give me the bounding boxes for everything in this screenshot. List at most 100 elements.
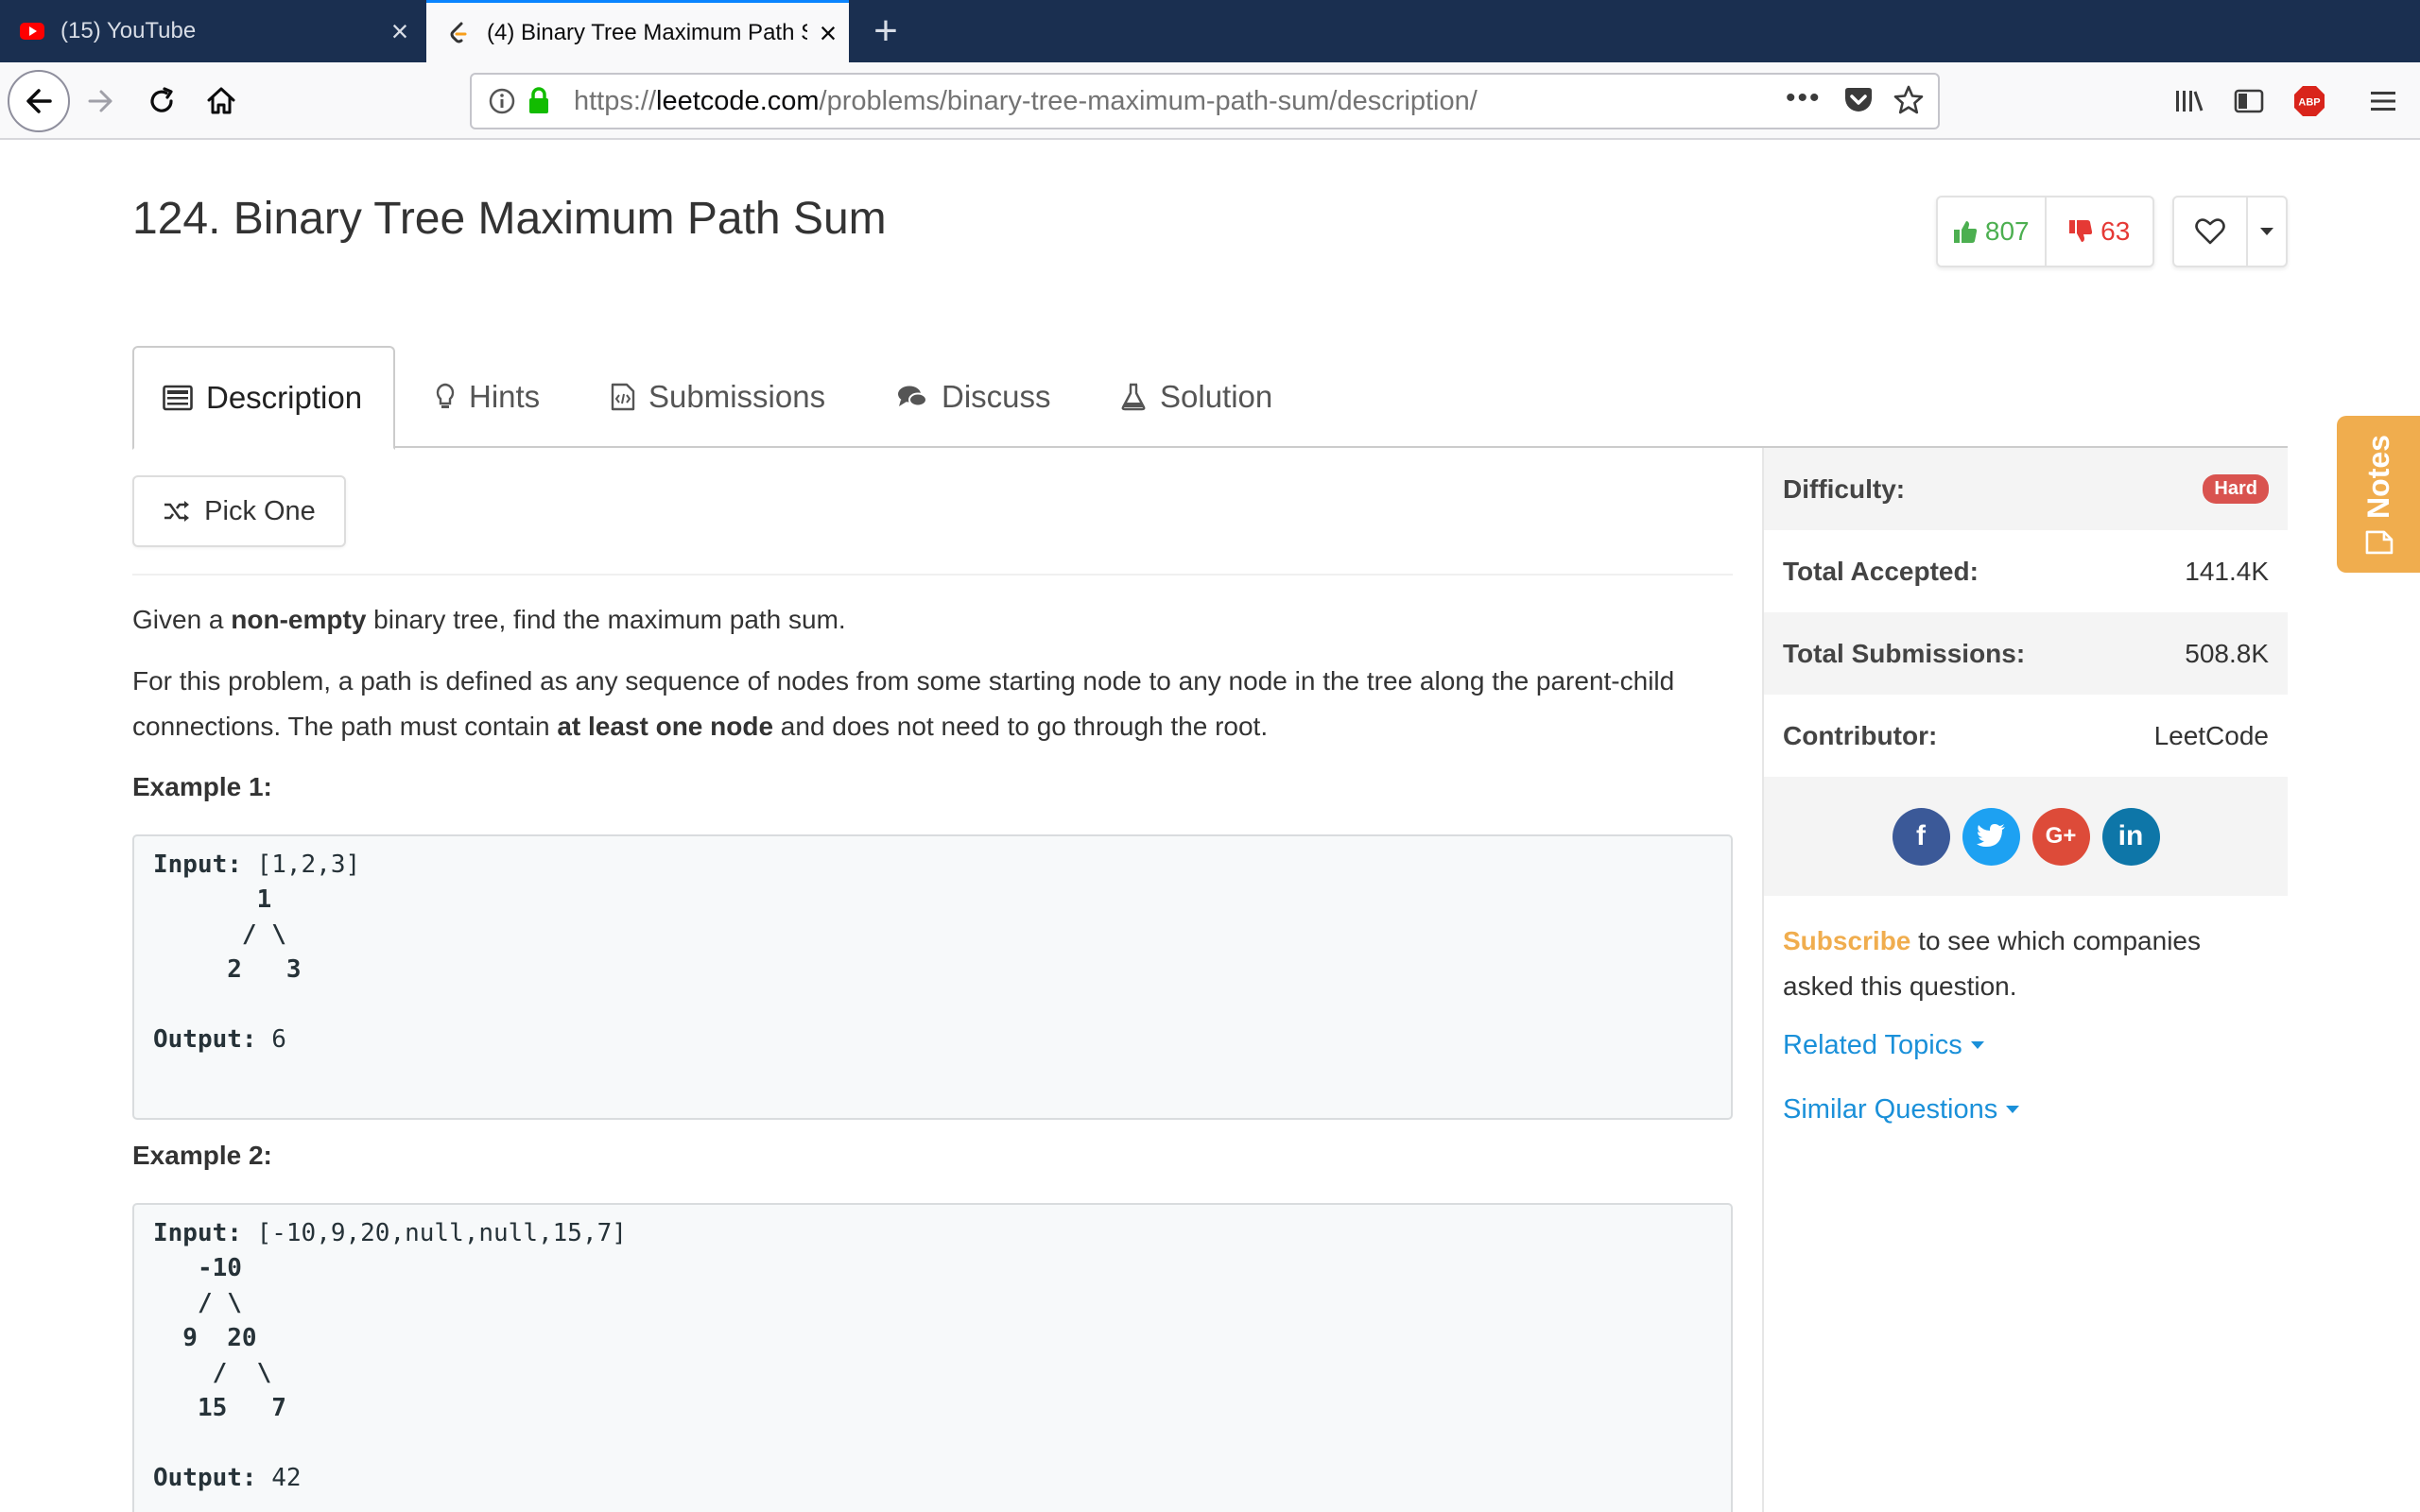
comments-icon — [898, 386, 927, 407]
problem-side-panel: Difficulty: Hard Total Accepted: 141.4K … — [1762, 448, 2288, 1512]
submissions-row: Total Submissions: 508.8K — [1764, 612, 2288, 695]
facebook-icon[interactable]: f — [1892, 807, 1950, 866]
url-path: /problems/binary-tree-maximum-path-sum/d… — [819, 86, 1478, 116]
like-button[interactable]: 807 — [1938, 198, 2047, 266]
example-2-code: Input: [-10,9,20,null,null,15,7] -10 / \… — [132, 1203, 1733, 1512]
pick-one-label: Pick One — [204, 495, 316, 526]
vote-group: 807 63 — [1936, 196, 2154, 267]
document-icon — [163, 385, 193, 411]
reload-icon — [150, 87, 173, 112]
submissions-value: 508.8K — [2185, 638, 2269, 668]
difficulty-label: Difficulty: — [1783, 473, 1906, 504]
thumbs-up-icon — [1953, 221, 1977, 243]
contributor-label: Contributor: — [1783, 720, 1938, 750]
pocket-icon[interactable] — [1842, 86, 1875, 121]
description-paragraph-1: Given a non-empty binary tree, find the … — [132, 605, 846, 634]
contributor-row: Contributor: LeetCode — [1764, 695, 2288, 777]
close-tab-icon[interactable]: × — [807, 18, 849, 48]
subscribe-link[interactable]: Subscribe — [1783, 926, 1910, 955]
page-actions-icon[interactable]: ••• — [1786, 75, 1822, 128]
tab-title: (15) YouTube — [60, 18, 197, 43]
library-icon[interactable] — [2168, 79, 2211, 123]
note-icon — [2364, 530, 2393, 554]
forward-arrow-icon — [88, 90, 112, 112]
leetcode-icon — [445, 22, 472, 43]
flask-icon — [1121, 383, 1146, 411]
caret-down-icon — [2006, 1106, 2020, 1113]
example-2-label: Example 2: — [132, 1141, 272, 1170]
browser-tab-leetcode[interactable]: (4) Binary Tree Maximum Path Sum × — [426, 0, 849, 62]
close-tab-icon[interactable]: × — [379, 16, 421, 46]
browser-tab-youtube[interactable]: (15) YouTube × — [0, 0, 421, 62]
shuffle-icon — [164, 501, 190, 522]
problem-tabs: Description Hints Submissions Discuss So… — [132, 346, 2288, 450]
tab-discuss[interactable]: Discuss — [896, 346, 1051, 448]
twitter-icon[interactable] — [1962, 807, 2020, 866]
tab-title: (4) Binary Tree Maximum Path Sum — [487, 19, 807, 45]
caret-down-icon — [2260, 228, 2273, 235]
submissions-label: Total Submissions: — [1783, 638, 2026, 668]
divider — [132, 574, 1733, 576]
back-arrow-icon — [26, 89, 52, 113]
menu-icon[interactable] — [2361, 79, 2405, 123]
difficulty-badge: Hard — [2203, 474, 2269, 504]
favorite-group — [2172, 196, 2288, 267]
dislike-count: 63 — [2100, 216, 2131, 246]
url-prefix: https:// — [574, 86, 657, 116]
tab-hints[interactable]: Hints — [435, 346, 540, 448]
new-tab-button[interactable]: + — [862, 6, 909, 57]
browser-nav-bar: https://leetcode.com/problems/binary-tre… — [0, 62, 2420, 140]
related-topics-link[interactable]: Related Topics — [1764, 1013, 2288, 1077]
lightbulb-icon — [436, 383, 455, 408]
dislike-button[interactable]: 63 — [2047, 198, 2153, 266]
heart-icon — [2195, 218, 2225, 245]
back-button[interactable] — [8, 70, 70, 132]
tab-solution[interactable]: Solution — [1120, 346, 1272, 448]
accepted-label: Total Accepted: — [1783, 556, 1979, 586]
example-1-label: Example 1: — [132, 772, 272, 801]
svg-text:ABP: ABP — [2298, 97, 2320, 109]
adblock-icon[interactable]: ABP — [2288, 79, 2331, 123]
tab-label: Hints — [469, 379, 541, 414]
tab-label: Submissions — [648, 379, 826, 414]
reload-button[interactable] — [132, 72, 191, 130]
sidebar-icon[interactable] — [2227, 79, 2271, 123]
caret-down-icon — [1970, 1041, 1984, 1049]
url-bar[interactable]: https://leetcode.com/problems/binary-tre… — [470, 73, 1940, 129]
page-title: 124. Binary Tree Maximum Path Sum — [132, 194, 887, 244]
tab-description[interactable]: Description — [132, 346, 395, 450]
accepted-value: 141.4K — [2185, 556, 2269, 586]
similar-questions-link[interactable]: Similar Questions — [1764, 1077, 2288, 1142]
notes-tab[interactable]: Notes — [2337, 416, 2420, 573]
home-icon — [207, 87, 235, 114]
tab-submissions[interactable]: Submissions — [611, 346, 825, 448]
subscribe-text: Subscribe to see which companies asked t… — [1783, 926, 2201, 1001]
bookmark-star-icon[interactable] — [1893, 84, 1925, 121]
url-text[interactable]: https://leetcode.com/problems/binary-tre… — [574, 75, 1478, 128]
favorite-button[interactable] — [2174, 198, 2248, 266]
notes-label: Notes — [2360, 434, 2395, 519]
example-1-code: Input: [1,2,3] 1 / \ 2 3 Output: 6 — [132, 834, 1733, 1120]
difficulty-row: Difficulty: Hard — [1764, 448, 2288, 530]
tab-label: Discuss — [942, 379, 1051, 414]
linkedin-icon[interactable]: in — [2101, 807, 2160, 866]
social-share: f G+ in — [1764, 777, 2288, 896]
site-info-icon[interactable] — [489, 88, 515, 119]
favorite-dropdown-button[interactable] — [2248, 198, 2286, 266]
thumbs-down-icon — [2069, 220, 2093, 242]
pick-one-button[interactable]: Pick One — [132, 475, 346, 547]
google-plus-icon[interactable]: G+ — [2031, 807, 2090, 866]
description-paragraph-2: For this problem, a path is defined as a… — [132, 666, 1675, 741]
browser-tab-bar: (15) YouTube × (4) Binary Tree Maximum P… — [0, 0, 2420, 62]
tab-label: Description — [206, 380, 363, 415]
contributor-value: LeetCode — [2153, 720, 2269, 750]
lock-icon — [527, 86, 551, 119]
accepted-row: Total Accepted: 141.4K — [1764, 530, 2288, 612]
like-count: 807 — [1984, 216, 2030, 246]
forward-button[interactable] — [72, 72, 130, 130]
youtube-icon — [19, 22, 45, 41]
home-button[interactable] — [192, 72, 251, 130]
tab-label: Solution — [1160, 379, 1273, 414]
url-domain: leetcode.com — [656, 86, 820, 116]
code-file-icon — [611, 383, 635, 411]
